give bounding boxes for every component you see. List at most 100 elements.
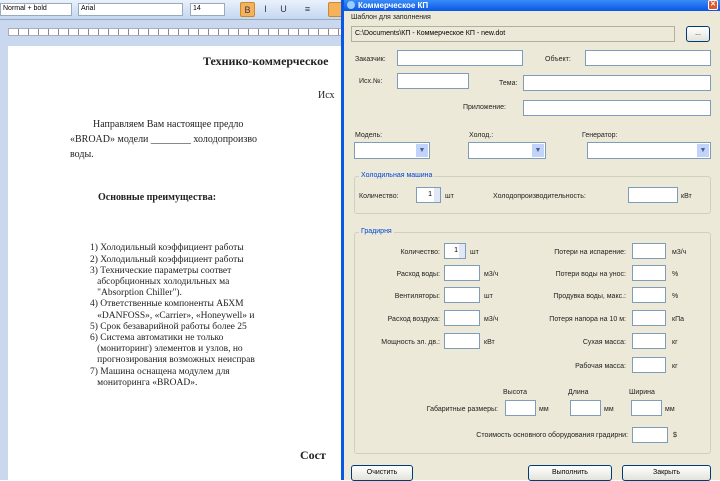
document-page[interactable]: Технико-коммерческое Исх Направляем Вам … — [8, 46, 341, 480]
tower-right-unit: кг — [672, 339, 678, 346]
chiller-qty-unit: шт — [445, 193, 454, 200]
dim-label: Длина — [568, 389, 589, 396]
dialog-title: Коммерческое КП — [358, 1, 429, 10]
cost-label: Стоимость основного оборудования градирн… — [476, 432, 628, 439]
tower-right-unit: м3/ч — [672, 249, 687, 256]
tower-right-unit: кг — [672, 363, 678, 370]
dim-input[interactable] — [570, 400, 601, 416]
bold-button[interactable]: B — [240, 2, 255, 17]
doc-ref: Исх — [318, 90, 335, 101]
tower-right-label: Рабочая масса: — [575, 363, 626, 370]
tower-right-input[interactable] — [632, 265, 666, 281]
tower-right-input[interactable] — [632, 333, 666, 349]
tower-right-input[interactable] — [632, 287, 666, 303]
tower-right-input[interactable] — [632, 310, 666, 326]
close-icon[interactable]: ✕ — [708, 0, 718, 10]
tower-left-input[interactable] — [444, 287, 480, 303]
app-icon — [347, 1, 355, 9]
execute-button[interactable]: Выполнить — [528, 465, 612, 481]
italic-button[interactable]: I — [258, 2, 273, 17]
tower-right-unit: % — [672, 271, 679, 278]
attachment-label: Приложение: — [463, 104, 507, 111]
dim-unit: мм — [604, 406, 614, 413]
font-combo[interactable]: Arial — [78, 3, 183, 16]
tower-right-label: Потеря напора на 10 м: — [549, 316, 626, 323]
font-size-combo[interactable]: 14 — [190, 3, 225, 16]
cooling-label: Холод.: — [469, 132, 494, 139]
tower-right-unit: % — [672, 293, 679, 300]
generator-label: Генератор: — [582, 132, 618, 139]
template-label: Шаблон для заполнения — [351, 14, 431, 21]
capacity-label: Холодопроизводительность: — [493, 193, 586, 200]
tower-left-unit: шт — [484, 293, 493, 300]
underline-button[interactable]: U — [276, 2, 291, 17]
tower-left-label: Количество: — [400, 249, 440, 256]
customer-input[interactable] — [397, 50, 523, 66]
tower-left-input[interactable] — [444, 310, 480, 326]
tower-left-label: Мощность эл. дв.: — [381, 339, 440, 346]
ref-input[interactable] — [397, 73, 469, 89]
tower-left-label: Расход воды: — [396, 271, 440, 278]
tower-group-title: Градирня — [359, 228, 394, 235]
tower-left-label: Расход воздуха: — [387, 316, 440, 323]
chevron-down-icon: ▼ — [416, 144, 428, 157]
kp-dialog: Коммерческое КП ✕ Шаблон для заполнения C… — [341, 0, 720, 481]
ref-label: Исх.№: — [359, 78, 383, 85]
tower-right-unit: кПа — [672, 316, 684, 323]
dim-input[interactable] — [631, 400, 662, 416]
tower-right-input[interactable] — [632, 357, 666, 373]
dim-label: Высота — [503, 389, 528, 396]
tower-left-unit: шт — [470, 249, 479, 256]
tower-left-label: Вентиляторы: — [394, 293, 440, 300]
attachment-input[interactable] — [523, 100, 711, 116]
formatting-toolbar: Normal + bold Arial 14 B I U ≡ — [0, 0, 345, 20]
dim-input[interactable] — [505, 400, 536, 416]
customer-label: Заказчик: — [355, 56, 386, 63]
dim-label: Ширина — [629, 389, 655, 396]
object-input[interactable] — [585, 50, 711, 66]
doc-para-line: воды. — [70, 149, 94, 160]
chiller-qty-label: Количество: — [359, 193, 399, 200]
clear-button[interactable]: Очистить — [351, 465, 413, 481]
generator-select[interactable]: ▼ — [587, 142, 711, 159]
tower-right-label: Продувка воды, макс.: — [553, 293, 626, 300]
tower-left-input[interactable] — [444, 265, 480, 281]
dialog-titlebar[interactable]: Коммерческое КП ✕ — [344, 0, 720, 11]
horizontal-ruler[interactable] — [0, 20, 345, 46]
doc-para-line: Направляем Вам настоящее предло — [93, 119, 244, 130]
doc-list: 1) Холодильный коэффициент работы 2) Хол… — [90, 243, 255, 388]
align-button[interactable]: ≡ — [300, 2, 315, 17]
chevron-down-icon: ▼ — [697, 144, 709, 157]
cooling-select[interactable]: ▼ — [468, 142, 546, 159]
template-path-field[interactable]: C:\Documents\КП - Коммерческое КП - new.… — [351, 26, 675, 42]
subject-input[interactable] — [523, 75, 711, 91]
chiller-group: Холодильная машина Количество: 1 шт Холо… — [354, 172, 711, 214]
dim-unit: мм — [539, 406, 549, 413]
model-select[interactable]: ▼ — [354, 142, 430, 159]
object-label: Объект: — [545, 56, 571, 63]
chiller-group-title: Холодильная машина — [359, 172, 435, 179]
chiller-qty-spinner[interactable]: 1 — [416, 187, 441, 203]
close-button[interactable]: Закрыть — [622, 465, 711, 481]
subject-label: Тема: — [499, 80, 518, 87]
doc-footer-heading: Сост — [300, 448, 326, 462]
browse-button[interactable]: ... — [686, 26, 710, 42]
doc-heading: Основные преимущества: — [98, 192, 217, 203]
dim-unit: мм — [665, 406, 675, 413]
cost-input[interactable] — [632, 427, 668, 443]
vertical-ruler — [0, 46, 8, 480]
model-label: Модель: — [355, 132, 383, 139]
tower-right-label: Сухая масса: — [582, 339, 626, 346]
style-combo[interactable]: Normal + bold — [0, 3, 72, 16]
tower-left-input[interactable] — [444, 333, 480, 349]
tower-right-input[interactable] — [632, 243, 666, 259]
dims-label: Габаритные размеры: — [426, 406, 498, 413]
capacity-unit: кВт — [681, 193, 692, 200]
doc-title: Технико-коммерческое — [203, 54, 329, 68]
tower-left-input[interactable]: 1 — [444, 243, 466, 259]
chevron-down-icon: ▼ — [532, 144, 544, 157]
capacity-input[interactable] — [628, 187, 678, 203]
doc-para-line: «BROAD» модели ________ холодопроизво — [70, 134, 257, 145]
cost-unit: $ — [673, 432, 677, 439]
tower-right-label: Потери воды на унос: — [555, 271, 626, 278]
